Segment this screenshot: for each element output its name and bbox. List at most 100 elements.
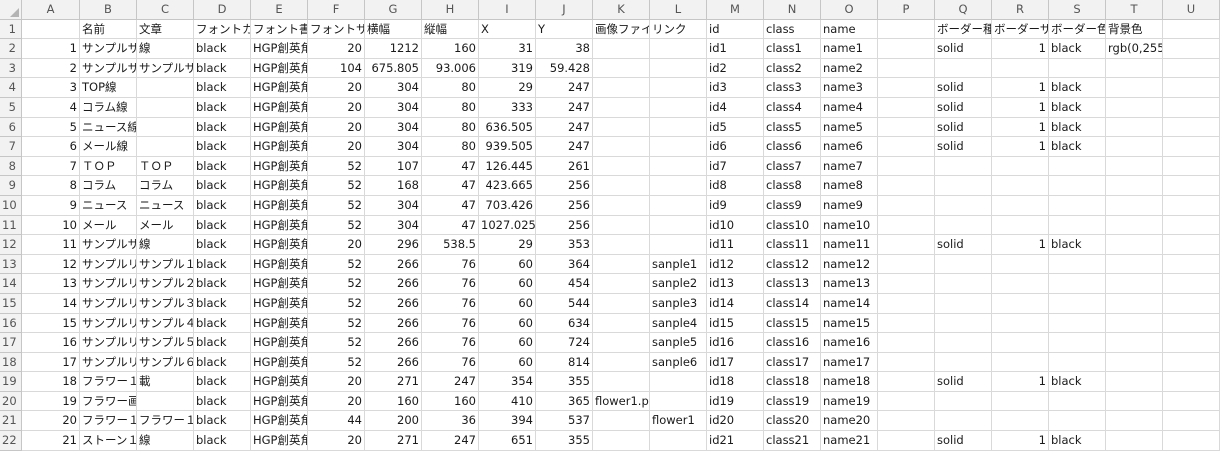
cell-r5[interactable]: 1 bbox=[992, 97, 1049, 118]
cell-d17[interactable]: black bbox=[194, 333, 251, 353]
cell-m22[interactable]: id21 bbox=[707, 431, 764, 451]
cell-a11[interactable]: 10 bbox=[22, 215, 80, 236]
cell-o22[interactable]: name21 bbox=[821, 431, 878, 451]
cell-g13[interactable]: 266 bbox=[365, 254, 422, 275]
cell-c13[interactable]: サンプル１ bbox=[137, 254, 194, 275]
cell-t12[interactable] bbox=[1106, 235, 1163, 255]
cell-k4[interactable] bbox=[593, 78, 650, 98]
cell-c2[interactable]: 線 bbox=[137, 39, 194, 59]
cell-m19[interactable]: id18 bbox=[707, 372, 764, 392]
cell-e9[interactable]: HGP創英角 bbox=[251, 176, 308, 196]
cell-t1[interactable]: 背景色 bbox=[1106, 19, 1163, 40]
cell-d1[interactable]: フォントカ bbox=[194, 19, 251, 40]
row-header[interactable]: 18 bbox=[0, 352, 22, 373]
column-header-o[interactable]: O bbox=[821, 0, 878, 20]
cell-n8[interactable]: class7 bbox=[764, 156, 821, 177]
cell-i6[interactable]: 636.505 bbox=[479, 117, 536, 138]
cell-f19[interactable]: 20 bbox=[308, 372, 365, 392]
cell-s1[interactable]: ボーダー色 bbox=[1049, 19, 1106, 40]
cell-r22[interactable]: 1 bbox=[992, 431, 1049, 451]
cell-o2[interactable]: name1 bbox=[821, 39, 878, 59]
cell-r17[interactable] bbox=[992, 333, 1049, 353]
row-header[interactable]: 1 bbox=[0, 19, 22, 40]
cell-p6[interactable] bbox=[878, 117, 935, 138]
cell-b6[interactable]: ニュース線 bbox=[80, 117, 137, 138]
column-header-h[interactable]: H bbox=[422, 0, 479, 20]
cell-u18[interactable] bbox=[1163, 352, 1220, 373]
cell-g8[interactable]: 107 bbox=[365, 156, 422, 177]
cell-c11[interactable]: メール bbox=[137, 215, 194, 236]
cell-l21[interactable]: flower1 bbox=[650, 411, 707, 432]
column-header-l[interactable]: L bbox=[650, 0, 707, 20]
cell-u4[interactable] bbox=[1163, 78, 1220, 98]
cell-j3[interactable]: 59.428 bbox=[536, 58, 593, 79]
row-header[interactable]: 11 bbox=[0, 215, 22, 236]
cell-f8[interactable]: 52 bbox=[308, 156, 365, 177]
cell-u17[interactable] bbox=[1163, 333, 1220, 353]
cell-u9[interactable] bbox=[1163, 176, 1220, 196]
cell-s9[interactable] bbox=[1049, 176, 1106, 196]
cell-m15[interactable]: id14 bbox=[707, 293, 764, 314]
cell-c3[interactable]: サンプルサ bbox=[137, 58, 194, 79]
cell-c7[interactable] bbox=[137, 137, 194, 157]
cell-u7[interactable] bbox=[1163, 137, 1220, 157]
cell-b5[interactable]: コラム線 bbox=[80, 97, 137, 118]
cell-e17[interactable]: HGP創英角 bbox=[251, 333, 308, 353]
cell-h14[interactable]: 76 bbox=[422, 274, 479, 294]
cell-q14[interactable] bbox=[935, 274, 992, 294]
column-header-n[interactable]: N bbox=[764, 0, 821, 20]
cell-u10[interactable] bbox=[1163, 195, 1220, 216]
cell-u6[interactable] bbox=[1163, 117, 1220, 138]
cell-s5[interactable]: black bbox=[1049, 97, 1106, 118]
cell-h13[interactable]: 76 bbox=[422, 254, 479, 275]
cell-h1[interactable]: 縦幅 bbox=[422, 19, 479, 40]
column-header-m[interactable]: M bbox=[707, 0, 764, 20]
cell-l18[interactable]: sanple6 bbox=[650, 352, 707, 373]
cell-e7[interactable]: HGP創英角 bbox=[251, 137, 308, 157]
column-header-q[interactable]: Q bbox=[935, 0, 992, 20]
cell-m17[interactable]: id16 bbox=[707, 333, 764, 353]
cell-k7[interactable] bbox=[593, 137, 650, 157]
row-header[interactable]: 6 bbox=[0, 117, 22, 138]
cell-o9[interactable]: name8 bbox=[821, 176, 878, 196]
cell-l15[interactable]: sanple3 bbox=[650, 293, 707, 314]
cell-a18[interactable]: 17 bbox=[22, 352, 80, 373]
cell-o15[interactable]: name14 bbox=[821, 293, 878, 314]
cell-f21[interactable]: 44 bbox=[308, 411, 365, 432]
cell-f1[interactable]: フォントサ bbox=[308, 19, 365, 40]
cell-n7[interactable]: class6 bbox=[764, 137, 821, 157]
cell-j11[interactable]: 256 bbox=[536, 215, 593, 236]
cell-t9[interactable] bbox=[1106, 176, 1163, 196]
cell-m20[interactable]: id19 bbox=[707, 391, 764, 412]
cell-t3[interactable] bbox=[1106, 58, 1163, 79]
cell-o19[interactable]: name18 bbox=[821, 372, 878, 392]
cell-h2[interactable]: 160 bbox=[422, 39, 479, 59]
cell-d22[interactable]: black bbox=[194, 431, 251, 451]
cell-b22[interactable]: ストーン１ bbox=[80, 431, 137, 451]
cell-b12[interactable]: サンプルサイト bbox=[80, 235, 137, 255]
cell-l14[interactable]: sanple2 bbox=[650, 274, 707, 294]
cell-k5[interactable] bbox=[593, 97, 650, 118]
cell-c14[interactable]: サンプル２ bbox=[137, 274, 194, 294]
cell-f20[interactable]: 20 bbox=[308, 391, 365, 412]
cell-k3[interactable] bbox=[593, 58, 650, 79]
cell-t8[interactable] bbox=[1106, 156, 1163, 177]
row-header[interactable]: 12 bbox=[0, 235, 22, 255]
cell-t2[interactable]: rgb(0,255,107) bbox=[1106, 39, 1163, 59]
row-header[interactable]: 13 bbox=[0, 254, 22, 275]
cell-e22[interactable]: HGP創英角 bbox=[251, 431, 308, 451]
cell-t20[interactable] bbox=[1106, 391, 1163, 412]
cell-n2[interactable]: class1 bbox=[764, 39, 821, 59]
cell-f17[interactable]: 52 bbox=[308, 333, 365, 353]
cell-e5[interactable]: HGP創英角 bbox=[251, 97, 308, 118]
cell-j21[interactable]: 537 bbox=[536, 411, 593, 432]
cell-t13[interactable] bbox=[1106, 254, 1163, 275]
cell-l20[interactable] bbox=[650, 391, 707, 412]
cell-u5[interactable] bbox=[1163, 97, 1220, 118]
column-header-b[interactable]: B bbox=[80, 0, 137, 20]
cell-g14[interactable]: 266 bbox=[365, 274, 422, 294]
cell-n4[interactable]: class3 bbox=[764, 78, 821, 98]
cell-e10[interactable]: HGP創英角 bbox=[251, 195, 308, 216]
cell-j5[interactable]: 247 bbox=[536, 97, 593, 118]
column-header-r[interactable]: R bbox=[992, 0, 1049, 20]
